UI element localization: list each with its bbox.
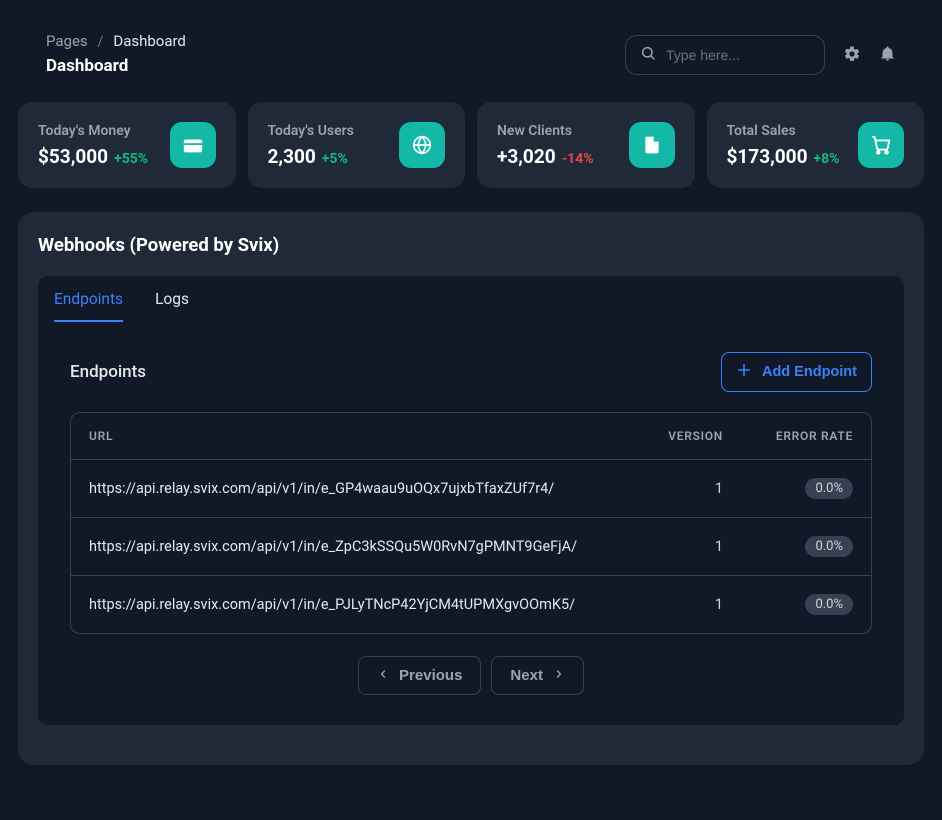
search-icon xyxy=(640,45,656,65)
stat-value: +3,020 xyxy=(497,145,556,168)
endpoint-url: https://api.relay.svix.com/api/v1/in/e_Z… xyxy=(71,518,631,576)
stat-delta: -14% xyxy=(562,151,594,167)
settings-button[interactable] xyxy=(843,45,861,66)
stat-value: $53,000 xyxy=(38,145,108,168)
endpoint-version: 1 xyxy=(631,460,741,518)
stat-value: 2,300 xyxy=(268,145,316,168)
column-header-version: VERSION xyxy=(631,413,741,460)
table-row[interactable]: https://api.relay.svix.com/api/v1/in/e_G… xyxy=(71,460,871,518)
search-box[interactable] xyxy=(625,35,825,75)
gear-icon xyxy=(843,45,861,66)
stat-delta: +55% xyxy=(114,151,148,167)
tab-endpoints[interactable]: Endpoints xyxy=(54,290,123,322)
cart-icon xyxy=(858,122,904,168)
breadcrumb-separator: / xyxy=(97,32,103,50)
stat-card-money: Today's Money $53,000 +55% xyxy=(18,102,236,188)
next-label: Next xyxy=(510,667,543,684)
endpoint-version: 1 xyxy=(631,518,741,576)
breadcrumb-current: Dashboard xyxy=(113,32,186,50)
webhooks-panel: Webhooks (Powered by Svix) Endpoints Log… xyxy=(18,212,924,765)
stat-delta: +8% xyxy=(813,151,839,167)
error-rate-badge: 0.0% xyxy=(805,594,853,615)
previous-label: Previous xyxy=(399,667,462,684)
stat-card-clients: New Clients +3,020 -14% xyxy=(477,102,695,188)
webhooks-tabs: Endpoints Logs xyxy=(38,276,904,322)
page-title: Dashboard xyxy=(46,56,186,76)
table-row[interactable]: https://api.relay.svix.com/api/v1/in/e_Z… xyxy=(71,518,871,576)
bell-icon xyxy=(879,45,896,65)
endpoints-heading: Endpoints xyxy=(70,362,146,382)
endpoint-url: https://api.relay.svix.com/api/v1/in/e_G… xyxy=(71,460,631,518)
plus-icon xyxy=(736,362,752,382)
error-rate-badge: 0.0% xyxy=(805,478,853,499)
breadcrumb-root[interactable]: Pages xyxy=(46,32,88,50)
tab-logs[interactable]: Logs xyxy=(155,290,189,322)
stat-delta: +5% xyxy=(322,151,348,167)
notifications-button[interactable] xyxy=(879,45,896,65)
stat-label: New Clients xyxy=(497,123,594,139)
stat-label: Today's Users xyxy=(268,123,354,139)
stat-card-sales: Total Sales $173,000 +8% xyxy=(707,102,925,188)
webhooks-title: Webhooks (Powered by Svix) xyxy=(18,234,924,276)
endpoints-table: URL VERSION ERROR RATE https://api.relay… xyxy=(71,413,871,633)
add-endpoint-button[interactable]: Add Endpoint xyxy=(721,352,872,392)
error-rate-badge: 0.0% xyxy=(805,536,853,557)
endpoint-version: 1 xyxy=(631,576,741,634)
wallet-icon xyxy=(170,122,216,168)
column-header-error-rate: ERROR RATE xyxy=(741,413,871,460)
document-icon xyxy=(629,122,675,168)
add-endpoint-label: Add Endpoint xyxy=(762,364,857,380)
column-header-url: URL xyxy=(71,413,631,460)
chevron-left-icon xyxy=(377,667,389,684)
breadcrumb: Pages / Dashboard xyxy=(46,32,186,50)
stat-value: $173,000 xyxy=(727,145,808,168)
previous-button[interactable]: Previous xyxy=(358,656,481,695)
stat-label: Today's Money xyxy=(38,123,148,139)
next-button[interactable]: Next xyxy=(491,656,584,695)
chevron-right-icon xyxy=(553,667,565,684)
search-input[interactable] xyxy=(666,47,810,63)
endpoint-url: https://api.relay.svix.com/api/v1/in/e_P… xyxy=(71,576,631,634)
stat-card-users: Today's Users 2,300 +5% xyxy=(248,102,466,188)
globe-icon xyxy=(399,122,445,168)
table-row[interactable]: https://api.relay.svix.com/api/v1/in/e_P… xyxy=(71,576,871,634)
stat-label: Total Sales xyxy=(727,123,840,139)
